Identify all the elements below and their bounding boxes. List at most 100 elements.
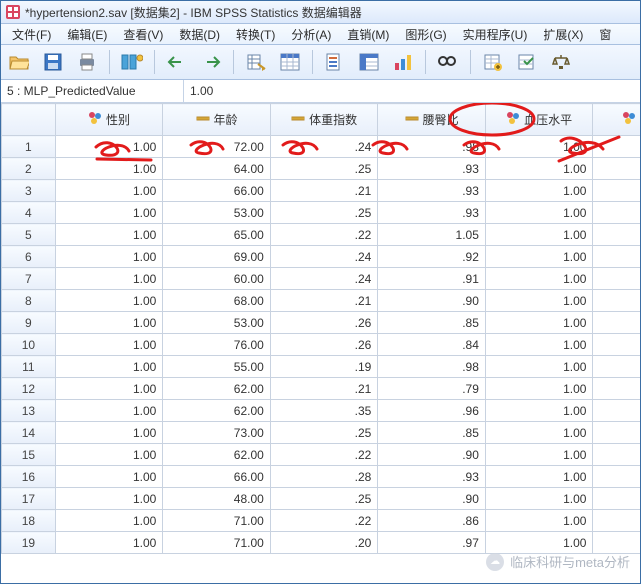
cell[interactable]: .98 (378, 136, 486, 158)
column-header-5[interactable]: 吸烟2 (593, 104, 640, 136)
open-icon[interactable] (5, 48, 33, 76)
cell[interactable]: 60.00 (163, 268, 271, 290)
cell[interactable]: 64.00 (163, 158, 271, 180)
recall-icon[interactable] (118, 48, 146, 76)
cell[interactable]: 1.00 (55, 312, 163, 334)
menu-item-4[interactable]: 转换(T) (229, 25, 282, 44)
cell[interactable]: 62.00 (163, 400, 271, 422)
cell[interactable]: 1.00 (55, 136, 163, 158)
cell[interactable]: 1.00 (55, 268, 163, 290)
cell[interactable]: 1.00 (593, 180, 640, 202)
cell[interactable]: 1.00 (55, 356, 163, 378)
menu-item-7[interactable]: 图形(G) (398, 25, 453, 44)
cell[interactable]: 1.00 (55, 224, 163, 246)
cell[interactable]: 1.00 (485, 378, 593, 400)
data-grid[interactable]: 性别年龄体重指数腰臀比血压水平吸烟2 11.0072.00.24.981.002… (1, 103, 640, 554)
cell[interactable]: 1.00 (593, 268, 640, 290)
cell[interactable]: .28 (270, 466, 378, 488)
cell[interactable]: .96 (378, 400, 486, 422)
cell[interactable]: .20 (270, 532, 378, 554)
column-header-1[interactable]: 年龄 (163, 104, 271, 136)
row-header[interactable]: 10 (2, 334, 56, 356)
cell[interactable]: 1.00 (593, 312, 640, 334)
cell[interactable]: 1.00 (485, 422, 593, 444)
cell[interactable]: 1.00 (55, 510, 163, 532)
cell[interactable]: 53.00 (163, 202, 271, 224)
cell-reference[interactable]: 5 : MLP_PredictedValue (1, 80, 184, 102)
cell[interactable]: 1.00 (55, 444, 163, 466)
cell[interactable]: .35 (270, 400, 378, 422)
cell[interactable]: 1.05 (378, 224, 486, 246)
cell[interactable]: 1.00 (593, 246, 640, 268)
row-header[interactable]: 3 (2, 180, 56, 202)
select-cases-icon[interactable] (513, 48, 541, 76)
cell[interactable]: 69.00 (163, 246, 271, 268)
cell[interactable]: 53.00 (163, 312, 271, 334)
menu-item-6[interactable]: 直销(M) (340, 25, 396, 44)
cell[interactable]: 1.00 (55, 488, 163, 510)
row-header[interactable]: 14 (2, 422, 56, 444)
cell[interactable]: .21 (270, 290, 378, 312)
cell[interactable]: 2.00 (593, 202, 640, 224)
cell[interactable]: 1.00 (485, 400, 593, 422)
cell[interactable]: 1.00 (485, 180, 593, 202)
weight-icon[interactable] (547, 48, 575, 76)
cell[interactable]: .25 (270, 488, 378, 510)
row-header[interactable]: 19 (2, 532, 56, 554)
cell[interactable]: 1.00 (55, 158, 163, 180)
cell[interactable]: 65.00 (163, 224, 271, 246)
cell[interactable]: 1.00 (593, 224, 640, 246)
cell[interactable]: .93 (378, 180, 486, 202)
cell[interactable]: .24 (270, 268, 378, 290)
cell[interactable]: 1.00 (55, 202, 163, 224)
cell[interactable]: .86 (378, 510, 486, 532)
column-header-4[interactable]: 血压水平 (485, 104, 593, 136)
row-header[interactable]: 16 (2, 466, 56, 488)
cell[interactable]: 2.00 (593, 334, 640, 356)
menu-item-1[interactable]: 编辑(E) (60, 25, 114, 44)
cell[interactable]: 1.00 (593, 290, 640, 312)
cell[interactable]: .25 (270, 158, 378, 180)
cell[interactable]: 62.00 (163, 378, 271, 400)
find-icon[interactable] (434, 48, 462, 76)
menu-item-8[interactable]: 实用程序(U) (456, 25, 535, 44)
redo-icon[interactable] (197, 48, 225, 76)
cell[interactable]: .21 (270, 180, 378, 202)
cell[interactable]: 1.00 (593, 378, 640, 400)
menu-item-0[interactable]: 文件(F) (5, 25, 58, 44)
cell[interactable]: 1.00 (593, 158, 640, 180)
cell-value[interactable]: 1.00 (184, 84, 640, 98)
cell[interactable]: 1.00 (485, 466, 593, 488)
undo-icon[interactable] (163, 48, 191, 76)
cell[interactable]: 62.00 (163, 444, 271, 466)
row-header-corner[interactable] (2, 104, 56, 136)
cell[interactable]: .92 (378, 246, 486, 268)
row-header[interactable]: 4 (2, 202, 56, 224)
goto-icon[interactable] (242, 48, 270, 76)
cell[interactable]: .85 (378, 422, 486, 444)
cell[interactable]: 1.00 (593, 488, 640, 510)
cell[interactable]: 1.00 (485, 158, 593, 180)
cell[interactable]: .22 (270, 444, 378, 466)
cell[interactable]: .97 (378, 532, 486, 554)
cell[interactable]: .93 (378, 466, 486, 488)
cell[interactable]: 1.00 (485, 356, 593, 378)
cell[interactable]: 72.00 (163, 136, 271, 158)
cell[interactable]: .79 (378, 378, 486, 400)
cell[interactable]: 1.00 (485, 246, 593, 268)
report-icon[interactable] (321, 48, 349, 76)
row-header[interactable]: 17 (2, 488, 56, 510)
cell[interactable]: 1.00 (55, 246, 163, 268)
cell[interactable]: 1.00 (593, 532, 640, 554)
cell[interactable]: 1.00 (485, 136, 593, 158)
cell[interactable]: 2.00 (593, 400, 640, 422)
menu-item-9[interactable]: 扩展(X) (536, 25, 590, 44)
cell[interactable]: .25 (270, 202, 378, 224)
cell[interactable]: 1.00 (485, 444, 593, 466)
row-header[interactable]: 6 (2, 246, 56, 268)
row-header[interactable]: 12 (2, 378, 56, 400)
cell[interactable]: .24 (270, 136, 378, 158)
cell[interactable]: 1.00 (485, 334, 593, 356)
menu-item-2[interactable]: 查看(V) (116, 25, 170, 44)
cell[interactable]: .22 (270, 224, 378, 246)
